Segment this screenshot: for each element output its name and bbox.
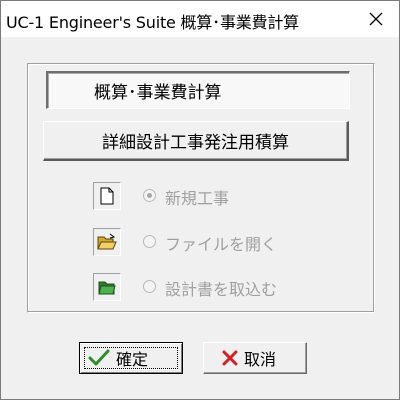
open-file-button[interactable] [93, 228, 121, 256]
radio-import-design[interactable] [143, 280, 156, 293]
import-design-button[interactable] [93, 273, 121, 301]
option-new-work-label: 新規工事 [165, 189, 230, 208]
option-import-design: 設計書を取込む [93, 273, 323, 303]
option-open-file: ファイルを開く [93, 228, 323, 258]
window-title: UC-1 Engineer's Suite 概算･事業費計算 [6, 13, 299, 32]
radio-open-file[interactable] [143, 235, 156, 248]
option-import-design-label: 設計書を取込む [165, 280, 278, 299]
new-document-button[interactable] [93, 182, 121, 210]
close-button[interactable] [353, 1, 399, 37]
option-new-work: 新規工事 [93, 182, 323, 212]
confirm-button[interactable]: 確定 [79, 342, 183, 374]
close-icon [369, 12, 383, 26]
import-folder-icon [98, 281, 116, 295]
cancel-x-icon [222, 350, 238, 366]
dialog-window: UC-1 Engineer's Suite 概算･事業費計算 概算･事業費計算 … [0, 0, 400, 400]
radio-new-work[interactable] [143, 189, 156, 202]
cancel-label: 取消 [244, 350, 277, 369]
cancel-button[interactable]: 取消 [203, 342, 307, 374]
open-folder-icon [97, 233, 117, 250]
new-document-icon [100, 187, 114, 205]
detailed-design-button[interactable]: 詳細設計工事発注用積算 [43, 121, 349, 161]
estimate-mode-button[interactable]: 概算･事業費計算 [46, 71, 350, 109]
option-open-file-label: ファイルを開く [165, 235, 278, 254]
dialog-body: 概算･事業費計算 詳細設計工事発注用積算 新規工事 ファイルを開く 設計書を取込… [1, 37, 399, 399]
detailed-design-label: 詳細設計工事発注用積算 [102, 133, 289, 153]
title-bar: UC-1 Engineer's Suite 概算･事業費計算 [1, 1, 399, 37]
focus-rectangle [84, 347, 178, 369]
estimate-mode-label: 概算･事業費計算 [94, 83, 222, 103]
